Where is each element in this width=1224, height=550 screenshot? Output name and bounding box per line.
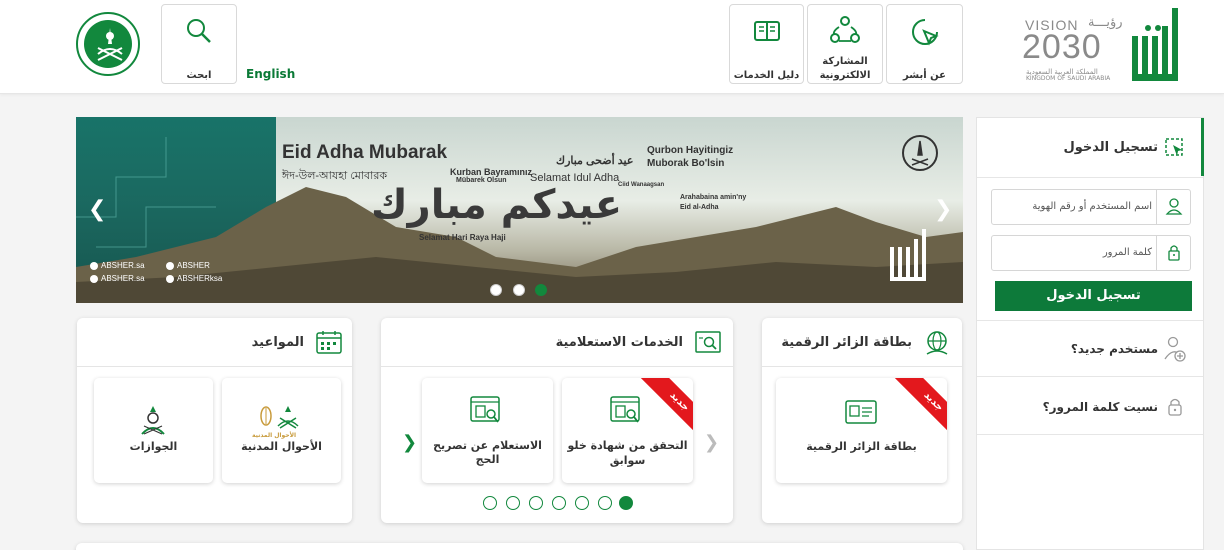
tile-criminal-record-verification[interactable]: التحقق من شهادة خلو سوابق جديد: [562, 378, 693, 483]
inquiry-dot-5[interactable]: [575, 496, 589, 510]
search-label: ابحث: [186, 70, 212, 81]
social-x: ABSHER: [177, 261, 210, 270]
forgot-password-label: نسيت كلمة المرور؟: [1042, 400, 1158, 414]
inquiry-dot-2[interactable]: [506, 496, 520, 510]
banner-absher-logo: [890, 229, 926, 281]
search-icon: [187, 19, 211, 43]
forgot-password-link[interactable]: نسيت كلمة المرور؟: [977, 377, 1203, 435]
login-header: تسجيل الدخول: [977, 118, 1203, 178]
site-header: ابحث English دليل الخدمات المشاركة الالك…: [0, 0, 1224, 94]
username-placeholder: اسم المستخدم أو رقم الهوية: [1032, 201, 1152, 212]
lower-card: [76, 543, 963, 550]
tile-passports-label: الجوازات: [129, 440, 178, 453]
inquiry-dot-6[interactable]: [598, 496, 612, 510]
tile-civil-affairs[interactable]: الأحوال المدنية الأحوال المدنية: [222, 378, 341, 483]
banner-cild: Ciid Wanaagsan: [618, 182, 665, 188]
document-search-icon: [470, 396, 500, 423]
tile-verify-label-2: سوابق: [609, 454, 646, 467]
login-button[interactable]: تسجيل الدخول: [995, 281, 1192, 311]
password-placeholder: كلمة المرور: [1102, 247, 1152, 258]
banner-eid: Eid al-Adha: [680, 204, 719, 211]
passports-logo-icon: [141, 406, 165, 435]
vision-year: 2030: [1022, 28, 1102, 66]
tile-hajj-permit-label: الاستعلام عن تصريح الحج: [433, 439, 542, 466]
new-user-link[interactable]: مستخدم جديد؟: [977, 320, 1203, 377]
lock-icon: [1168, 245, 1180, 261]
digital-visitor-title: بطاقة الزائر الرقمية: [781, 335, 912, 350]
about-absher-button[interactable]: عن أبشر: [886, 4, 963, 84]
inquiry-dot-7[interactable]: [619, 496, 633, 510]
tile-passports[interactable]: الجوازات: [94, 378, 213, 483]
login-panel: تسجيل الدخول اسم المستخدم أو رقم الهوية …: [976, 117, 1204, 550]
banner-kurban: Kurban Bayramınız: [450, 167, 533, 177]
login-cursor-icon: [1165, 138, 1183, 156]
add-user-icon: [1164, 336, 1186, 362]
banner-next-arrow[interactable]: ❯: [934, 197, 952, 222]
book-icon: [753, 21, 780, 41]
banner-muborak: Muborak Bo'lsin: [647, 158, 725, 169]
network-icon: [830, 16, 860, 43]
id-card-icon: [845, 400, 877, 424]
banner-arabic-small: عيد أضحى مبارك: [556, 155, 634, 167]
banner-qurbon: Qurbon Hayitingiz: [647, 145, 734, 156]
eparticipation-label-1: المشاركة: [822, 56, 868, 67]
document-search-icon: [610, 396, 640, 423]
login-title: تسجيل الدخول: [1063, 140, 1158, 155]
new-ribbon: جديد: [894, 378, 947, 441]
civil-affairs-logo-text: الأحوال المدنية: [252, 432, 297, 439]
new-ribbon: جديد: [640, 378, 693, 441]
vision-kingdom-en: KINGDOM OF SAUDI ARABIA: [1026, 75, 1111, 82]
inquiry-search-icon: [695, 331, 721, 353]
pointer-icon: [911, 19, 939, 46]
tile-hajj-permit-inquiry[interactable]: الاستعلام عن تصريح الحج: [422, 378, 553, 483]
social-instagram: ABSHER.sa: [101, 261, 145, 270]
banner-emblem-icon: [902, 135, 938, 171]
saudi-emblem-logo[interactable]: [76, 12, 140, 76]
inquiry-prev-arrow[interactable]: ❯: [704, 432, 719, 453]
new-user-label: مستخدم جديد؟: [1070, 342, 1158, 356]
eparticipation-button[interactable]: المشاركة الالكترونية: [807, 4, 883, 84]
services-guide-label: دليل الخدمات: [733, 70, 800, 81]
search-button[interactable]: ابحث: [161, 4, 237, 84]
absher-logo[interactable]: [1128, 6, 1188, 86]
calendar-icon: [316, 331, 342, 354]
user-icon: [1165, 198, 1183, 215]
banner-selamat-hari: Selamat Hari Raya Haji: [419, 233, 506, 242]
social-facebook: ABSHERksa: [177, 274, 223, 283]
services-guide-button[interactable]: دليل الخدمات: [729, 4, 804, 84]
banner-dot-3[interactable]: [535, 284, 547, 296]
banner-arabic-greeting: عيدكم مبارك: [371, 182, 623, 228]
banner-arahabaina: Arahabaina amin'ny: [680, 194, 747, 201]
inquiry-dot-4[interactable]: [552, 496, 566, 510]
inquiry-dot-1[interactable]: [483, 496, 497, 510]
banner-title: Eid Adha Mubarak: [282, 142, 448, 163]
hero-banner-carousel[interactable]: Eid Adha Mubarak Kurban Bayramınız Mübar…: [76, 117, 963, 303]
english-language-link[interactable]: English: [246, 67, 295, 81]
vision-2030-logo: VISION رؤيـــة 2030 المملكة العربية السع…: [1020, 14, 1123, 84]
tile-digital-visitor-card[interactable]: بطاقة الزائر الرقمية جديد: [776, 378, 947, 483]
globe-hand-icon: [926, 331, 948, 355]
tile-verify-label-1: التحقق من شهادة خلو: [567, 439, 688, 452]
username-input[interactable]: اسم المستخدم أو رقم الهوية: [991, 189, 1191, 225]
inquiry-dot-3[interactable]: [529, 496, 543, 510]
inquiry-next-arrow[interactable]: ❯: [402, 432, 417, 453]
banner-prev-arrow[interactable]: ❮: [88, 197, 106, 222]
banner-dot-2[interactable]: [513, 284, 525, 296]
inquiry-services-title: الخدمات الاستعلامية: [555, 335, 683, 350]
password-input[interactable]: كلمة المرور: [991, 235, 1191, 271]
eparticipation-label-2: الالكترونية: [819, 70, 871, 81]
lock-icon: [1168, 398, 1182, 416]
about-absher-label: عن أبشر: [903, 70, 946, 81]
tile-civil-affairs-label: الأحوال المدنية: [241, 440, 322, 453]
social-tiktok: ABSHER.sa: [101, 274, 145, 283]
civil-affairs-logo-icon: [260, 406, 299, 429]
tile-digital-visitor-label: بطاقة الزائر الرقمية: [806, 440, 917, 453]
appointments-title: المواعيد: [251, 335, 304, 350]
banner-dot-1[interactable]: [490, 284, 502, 296]
